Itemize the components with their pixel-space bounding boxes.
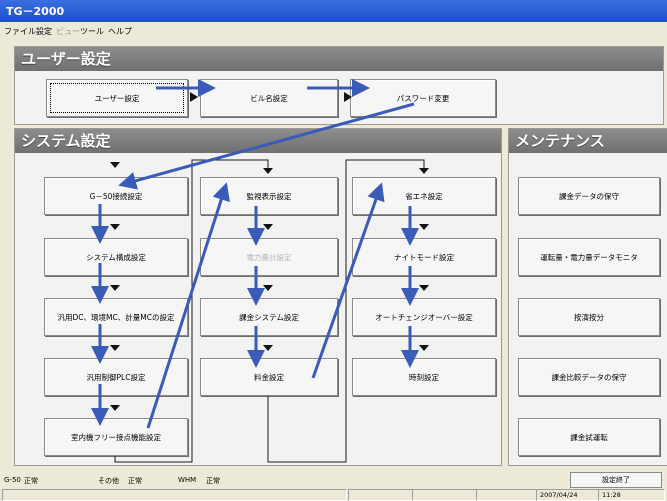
status-date: 2007/04/24: [536, 489, 599, 501]
auto-changeover-button[interactable]: オートチェンジオーバー設定: [352, 298, 496, 336]
menu-help[interactable]: ヘルプ: [108, 26, 132, 37]
building-name-button[interactable]: ビル名設定: [200, 79, 338, 117]
whm-status-value: 正常: [206, 477, 220, 485]
proportional-distribution-button[interactable]: 按演按分: [518, 298, 660, 336]
whm-status-label: WHM: [178, 476, 197, 484]
billing-system-button[interactable]: 課金システム設定: [200, 298, 338, 336]
indoor-unit-contact-button[interactable]: 室内機フリー接点機能設定: [44, 418, 188, 456]
password-change-button[interactable]: パスワード変更: [350, 79, 496, 117]
system-settings-header: システム設定: [15, 129, 501, 153]
status-time: 11:28: [598, 489, 665, 501]
application-window: TG－2000 ファイル 設定 ビュー ツール ヘルプ ユーザー設定 ユーザー設…: [0, 0, 667, 501]
status-cell-4: [476, 489, 537, 501]
window-title: TG－2000: [6, 5, 65, 18]
g50-connection-button[interactable]: G－50接続設定: [44, 177, 188, 215]
g50-status-label: G-50: [4, 476, 21, 484]
energy-saving-button[interactable]: 省エネ設定: [352, 177, 496, 215]
menu-settings[interactable]: 設定: [36, 26, 52, 37]
other-status-value: 正常: [128, 477, 142, 485]
operation-power-monitor-button[interactable]: 運転量・電力量データモニタ: [518, 238, 660, 276]
status-cell-3: [412, 489, 477, 501]
status-cell-2: [348, 489, 413, 501]
billing-data-maintenance-button[interactable]: 課金データの保守: [518, 177, 660, 215]
status-bar: G-50 正常 その他 正常 WHM 正常 設定終了 2007/04/24 11…: [0, 466, 667, 501]
exit-settings-label: 設定終了: [602, 476, 630, 484]
time-settings-button[interactable]: 時刻設定: [352, 358, 496, 396]
user-settings-button[interactable]: ユーザー設定: [46, 79, 188, 117]
plc-settings-button[interactable]: 汎用制御PLC設定: [44, 358, 188, 396]
menu-file[interactable]: ファイル: [4, 26, 36, 37]
other-status-label: その他: [98, 477, 119, 485]
menu-view[interactable]: ビュー: [56, 26, 80, 37]
billing-trial-run-button[interactable]: 課金試運転: [518, 418, 660, 456]
exit-settings-button[interactable]: 設定終了: [570, 472, 662, 488]
status-cell-1: [2, 489, 347, 501]
dc-mc-settings-button[interactable]: 汎用DC、環境MC、計量MCの設定: [44, 298, 188, 336]
title-bar: TG－2000: [0, 0, 667, 22]
g50-status-value: 正常: [24, 477, 38, 485]
menu-bar: ファイル 設定 ビュー ツール ヘルプ: [0, 24, 667, 38]
monitor-display-button[interactable]: 監視表示設定: [200, 177, 338, 215]
system-config-button[interactable]: システム構成設定: [44, 238, 188, 276]
maintenance-header: メンテナンス: [509, 129, 667, 153]
power-meter-button[interactable]: 電力量計設定: [200, 238, 338, 276]
user-settings-header: ユーザー設定: [15, 47, 663, 71]
night-mode-button[interactable]: ナイトモード設定: [352, 238, 496, 276]
rate-settings-button[interactable]: 料金設定: [200, 358, 338, 396]
billing-comparison-maintenance-button[interactable]: 課金比較データの保守: [518, 358, 660, 396]
menu-tools[interactable]: ツール: [80, 26, 104, 37]
